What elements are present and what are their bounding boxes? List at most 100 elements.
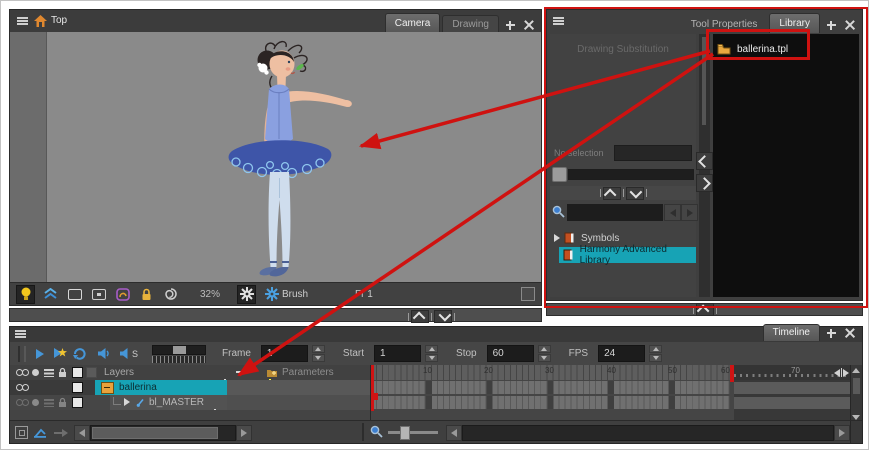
file-item-ballerina[interactable]: ballerina.tpl bbox=[717, 39, 788, 59]
show-hide-icon[interactable] bbox=[16, 384, 28, 391]
zoom-level[interactable]: 32% bbox=[200, 289, 220, 300]
exposure-row-bl-master[interactable] bbox=[371, 396, 730, 409]
horizontal-splitter[interactable] bbox=[9, 308, 542, 322]
sound-scrub-button[interactable]: S bbox=[120, 347, 138, 360]
add-view-button[interactable] bbox=[823, 325, 839, 341]
library-bottom-splitter[interactable] bbox=[546, 303, 863, 316]
collapse-up-button[interactable] bbox=[411, 310, 429, 323]
ruler-resize-grip[interactable] bbox=[834, 368, 849, 377]
timeline-zoom-handle[interactable] bbox=[400, 426, 410, 440]
home-icon[interactable] bbox=[34, 15, 47, 27]
tree-item-harmony-library[interactable]: Harmony Advanced Library bbox=[550, 247, 696, 263]
layer-checkbox[interactable] bbox=[72, 397, 83, 408]
layers-scroll-right-button[interactable] bbox=[236, 425, 252, 441]
render-preview-button[interactable] bbox=[16, 285, 35, 304]
toolbar-grip[interactable] bbox=[18, 346, 26, 362]
exposure-row-ballerina[interactable] bbox=[371, 381, 730, 394]
corner-grip[interactable] bbox=[850, 421, 862, 443]
search-input[interactable] bbox=[567, 204, 663, 221]
safe-area-button[interactable] bbox=[66, 286, 83, 303]
collapse-up-button[interactable] bbox=[696, 303, 714, 316]
playhead[interactable] bbox=[371, 365, 374, 411]
camera-lock-button[interactable] bbox=[138, 286, 155, 303]
shift-trace-icon[interactable] bbox=[54, 429, 68, 437]
delete-layer-button[interactable] bbox=[236, 371, 245, 373]
slider-handle[interactable] bbox=[173, 346, 186, 354]
tab-camera[interactable]: Camera bbox=[385, 13, 441, 33]
frames-scroll-left-button[interactable] bbox=[446, 425, 462, 441]
sound-button[interactable] bbox=[97, 347, 110, 360]
layers-scroll-left-button[interactable] bbox=[74, 425, 90, 441]
close-view-button[interactable] bbox=[842, 325, 858, 341]
tab-library[interactable]: Library bbox=[769, 13, 820, 33]
start-spinner[interactable] bbox=[425, 345, 438, 362]
settings-button[interactable] bbox=[237, 285, 256, 304]
matte-view-button[interactable] bbox=[42, 286, 59, 303]
layer-row-bl-master[interactable]: bl_MASTER bbox=[10, 395, 370, 410]
collapse-up-button[interactable] bbox=[603, 187, 621, 200]
frame-input[interactable]: 1 bbox=[261, 345, 308, 362]
previous-result-button[interactable] bbox=[664, 204, 681, 221]
layers-scrollbar-track[interactable] bbox=[90, 425, 236, 441]
close-view-button[interactable] bbox=[521, 17, 537, 33]
splitter-scroll-track[interactable] bbox=[702, 37, 706, 125]
layer-stack-icon[interactable] bbox=[44, 369, 54, 377]
lock-icon[interactable] bbox=[58, 397, 67, 408]
collapse-left-button[interactable] bbox=[696, 152, 713, 170]
camera-menu-button[interactable] bbox=[17, 17, 28, 25]
frame-view-icon[interactable] bbox=[15, 426, 28, 439]
close-view-button[interactable] bbox=[842, 17, 858, 33]
thumbnails-toggle-icon[interactable] bbox=[86, 367, 97, 378]
timeline-vertical-scrollbar[interactable] bbox=[850, 365, 862, 423]
stop-input[interactable]: 60 bbox=[487, 345, 534, 362]
onion-skin-button[interactable] bbox=[114, 286, 131, 303]
tab-timeline[interactable]: Timeline bbox=[763, 324, 820, 341]
scroll-thumb[interactable] bbox=[853, 378, 860, 394]
playhead-handle[interactable] bbox=[371, 393, 378, 400]
scroll-up-icon[interactable] bbox=[852, 368, 860, 373]
timeline-zoom-track[interactable] bbox=[388, 431, 438, 434]
fps-spinner[interactable] bbox=[649, 345, 662, 362]
substitution-name-field[interactable] bbox=[614, 145, 692, 161]
substitution-slider-handle[interactable] bbox=[552, 167, 567, 182]
tab-drawing[interactable]: Drawing bbox=[442, 15, 499, 33]
scene-end-marker[interactable] bbox=[730, 365, 734, 382]
layers-scrollbar-thumb[interactable] bbox=[92, 427, 218, 439]
stop-spinner[interactable] bbox=[538, 345, 551, 362]
start-input[interactable]: 1 bbox=[374, 345, 421, 362]
play-button[interactable] bbox=[36, 349, 44, 359]
library-file-list[interactable]: ballerina.tpl bbox=[713, 34, 859, 297]
library-inner-splitter[interactable] bbox=[550, 186, 696, 200]
show-hide-all-icon[interactable] bbox=[16, 369, 28, 376]
camera-mask-button[interactable] bbox=[90, 286, 107, 303]
fps-input[interactable]: 24 bbox=[598, 345, 645, 362]
timeline-menu-button[interactable] bbox=[15, 330, 26, 338]
layer-stack-icon[interactable] bbox=[44, 399, 54, 407]
frames-area[interactable]: 10 20 30 40 50 60 70 bbox=[370, 365, 851, 423]
reset-view-button[interactable] bbox=[162, 286, 179, 303]
library-menu-button[interactable] bbox=[553, 17, 564, 25]
tab-tool-properties[interactable]: Tool Properties bbox=[681, 15, 768, 33]
frames-scrollbar-track[interactable] bbox=[462, 425, 834, 441]
layer-name-cell-selected[interactable]: ballerina bbox=[95, 380, 227, 395]
substitution-slider-track[interactable] bbox=[568, 169, 694, 180]
add-view-button[interactable] bbox=[502, 17, 518, 33]
select-all-checkbox[interactable] bbox=[72, 367, 83, 378]
add-group-button[interactable] bbox=[266, 367, 278, 378]
layer-checkbox[interactable] bbox=[72, 382, 83, 393]
layer-row-ballerina[interactable]: ballerina bbox=[10, 380, 370, 395]
expand-caret-icon[interactable] bbox=[554, 234, 560, 242]
render-settings-button[interactable] bbox=[263, 286, 280, 303]
add-view-button[interactable] bbox=[823, 17, 839, 33]
enable-all-icon[interactable] bbox=[32, 369, 39, 376]
frame-spinner[interactable] bbox=[312, 345, 325, 362]
level-tool-icon[interactable] bbox=[34, 426, 47, 438]
thumbnail-toggle[interactable] bbox=[521, 287, 535, 301]
loop-button[interactable] bbox=[72, 346, 87, 361]
show-hide-icon[interactable] bbox=[16, 399, 28, 406]
frames-scroll-right-button[interactable] bbox=[834, 425, 850, 441]
collapse-right-button[interactable] bbox=[696, 174, 713, 192]
layer-parameters-cell[interactable] bbox=[227, 395, 370, 411]
layer-parameters-cell[interactable] bbox=[227, 380, 370, 396]
collapse-down-button[interactable] bbox=[434, 310, 452, 323]
